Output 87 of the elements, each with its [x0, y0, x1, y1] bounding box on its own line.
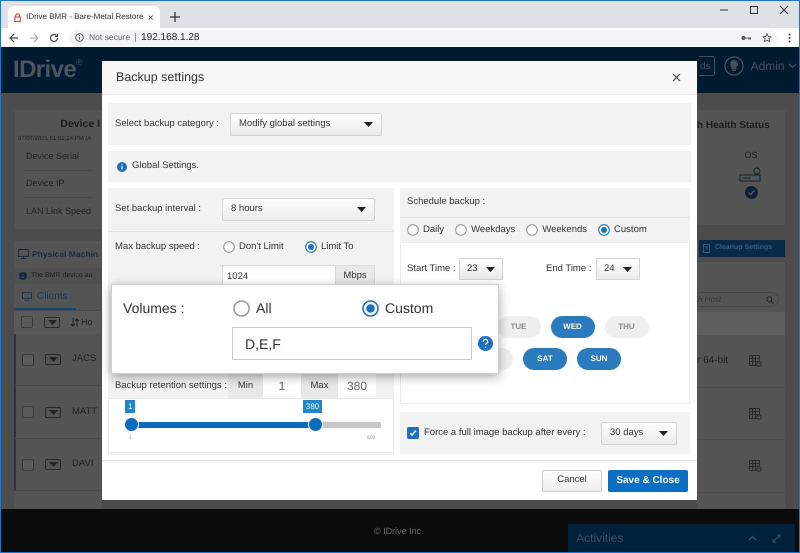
caret-icon: [659, 430, 668, 436]
caret-icon: [48, 320, 56, 325]
close-icon[interactable]: [779, 5, 789, 15]
slider-thumb[interactable]: [308, 417, 323, 432]
section-title: Schedule backup :: [407, 195, 486, 210]
day-toggle[interactable]: SAT: [523, 348, 567, 370]
volume-radio[interactable]: Custom: [362, 298, 434, 318]
speed-radio[interactable]: Don't Limit: [223, 240, 305, 254]
search-icon: [766, 296, 774, 304]
field-label: Start Time :: [407, 262, 457, 276]
max-value[interactable]: 380: [338, 374, 376, 398]
checkbox[interactable]: [407, 427, 419, 439]
caret-icon: [623, 266, 632, 272]
caret-icon: [48, 462, 58, 467]
sort-icon: [71, 318, 79, 327]
key-icon[interactable]: [741, 34, 751, 40]
interval-select[interactable]: 8 hours: [222, 198, 375, 221]
info-icon: [117, 162, 127, 172]
server-gear-icon: [739, 166, 763, 182]
caret-icon: [48, 357, 58, 362]
panel-title: Physical Machin: [32, 248, 98, 261]
tab-title: IDrive BMR - Bare-Metal Restore: [26, 11, 144, 23]
info-text: Global Settings.: [132, 159, 200, 174]
interval-days-select[interactable]: 30 days: [601, 422, 677, 444]
more-icon[interactable]: [788, 32, 791, 42]
value-tooltip: 380: [302, 400, 322, 413]
info-icon: [19, 272, 27, 280]
field-label: Set backup interval :: [115, 202, 202, 216]
caret-icon: [486, 266, 495, 272]
column-label: OS: [744, 149, 758, 162]
field-label: Max backup speed :: [115, 240, 202, 254]
caret-icon: [48, 410, 58, 414]
field-label: Select backup category :: [115, 116, 220, 131]
save-button[interactable]: Save & Close: [608, 470, 688, 492]
browser-tab[interactable]: IDrive BMR - Bare-Metal Restore: [8, 6, 160, 28]
help-icon[interactable]: [478, 336, 493, 351]
close-icon[interactable]: [148, 14, 154, 20]
checkbox[interactable]: [22, 354, 34, 366]
copyright-text: © IDrive Inc: [374, 525, 422, 538]
day-toggle[interactable]: WED: [550, 316, 594, 338]
lock-logo-icon: [14, 12, 22, 22]
end-time-select[interactable]: 24: [596, 258, 640, 280]
reload-icon[interactable]: [49, 32, 59, 42]
start-time-select[interactable]: 23: [459, 258, 503, 280]
info-icon: [75, 33, 84, 42]
field-label: Backup retention settings :: [115, 378, 228, 393]
maximize-icon[interactable]: [749, 5, 759, 15]
logo: IDrive: [13, 55, 76, 85]
min-label: Min: [228, 374, 263, 398]
security-label: Not secure: [89, 31, 130, 44]
field-label: Volumes :: [123, 298, 186, 318]
check-circle-icon: [744, 186, 758, 198]
chevron-down-icon: [788, 63, 797, 69]
monitor-icon: [18, 249, 29, 260]
schedule-radio[interactable]: Weekends: [526, 222, 588, 238]
check-icon: [409, 429, 417, 437]
back-icon[interactable]: [9, 32, 19, 42]
speed-radio[interactable]: Limit To: [305, 240, 354, 254]
cancel-button[interactable]: Cancel: [542, 470, 602, 492]
volumes-input[interactable]: D,E,F: [232, 327, 472, 360]
close-icon[interactable]: [672, 73, 681, 82]
monitor-icon: [22, 292, 32, 302]
checkbox[interactable]: [21, 316, 33, 328]
address-bar[interactable]: Not secure 192.168.1.28: [69, 30, 778, 46]
category-select[interactable]: Modify global settings: [230, 112, 382, 136]
slider-thumb[interactable]: [124, 417, 139, 432]
url-text: 192.168.1.28: [141, 31, 200, 45]
volume-radio[interactable]: All: [233, 298, 362, 318]
checkbox[interactable]: [22, 406, 34, 418]
star-icon[interactable]: [762, 32, 772, 42]
max-label: Max: [301, 374, 338, 398]
schedule-radio[interactable]: Weekdays: [455, 222, 516, 238]
schedule-radio[interactable]: Custom: [598, 222, 647, 238]
new-tab-icon[interactable]: [170, 12, 180, 22]
checkbox[interactable]: [22, 458, 34, 470]
day-toggle[interactable]: SUN: [577, 348, 621, 370]
checkbox-label: Force a full image backup after every :: [424, 426, 586, 440]
min-value[interactable]: 1: [263, 374, 301, 398]
value-tooltip: 1: [125, 400, 136, 413]
list-icon: [703, 244, 712, 253]
logo-mark: ®: [76, 57, 82, 69]
day-toggle[interactable]: [499, 348, 513, 370]
field-label: End Time :: [546, 262, 592, 276]
dialog-title: Backup settings: [116, 69, 204, 86]
schedule-radio[interactable]: Daily: [407, 222, 444, 238]
caret-icon: [364, 122, 373, 126]
caret-icon: [357, 207, 366, 212]
